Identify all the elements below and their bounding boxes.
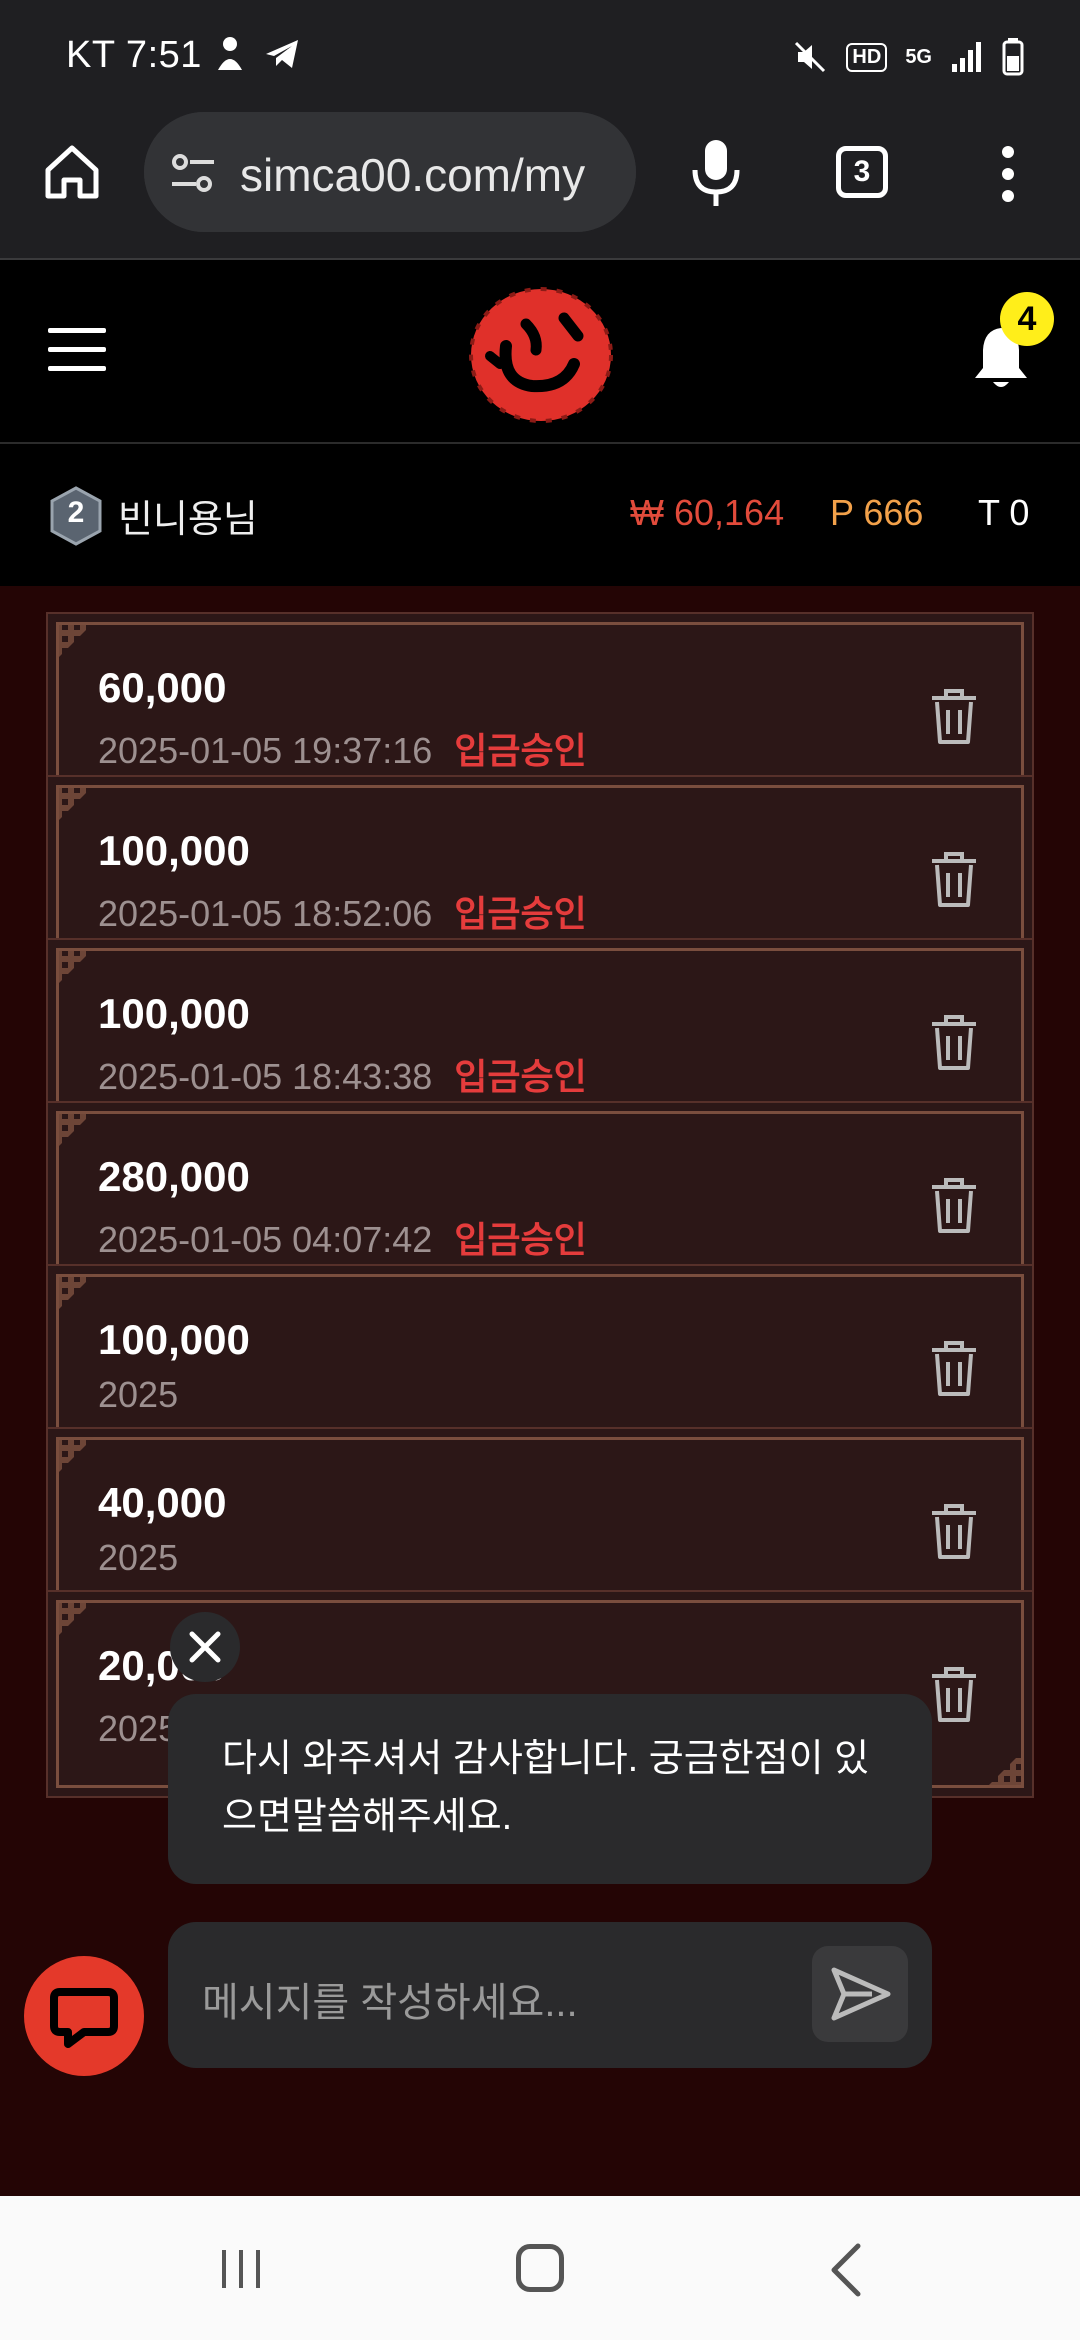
trash-icon[interactable]	[928, 1175, 980, 1235]
status-right-icons: HD 5G	[792, 38, 1024, 76]
chat-input-box[interactable]: 메시지를 작성하세요...	[168, 1922, 932, 2068]
deposit-datetime: 2025-01-05 18:52:06	[98, 893, 432, 934]
trash-icon[interactable]	[928, 849, 980, 909]
close-icon	[170, 1612, 240, 1682]
hd-voice-icon: HD	[846, 43, 887, 72]
mic-icon[interactable]	[690, 138, 742, 208]
chat-launcher-button[interactable]	[24, 1956, 144, 2076]
status-left-icons	[212, 34, 302, 74]
telegram-icon	[262, 34, 302, 74]
money-balance: ₩ 60,164	[630, 492, 784, 534]
level-number: 2	[48, 496, 104, 530]
deposit-amount: 100,000	[98, 990, 250, 1038]
trash-icon[interactable]	[928, 1012, 980, 1072]
back-icon[interactable]	[826, 2240, 866, 2300]
level-badge: 2	[48, 486, 104, 546]
notification-badge: 4	[1000, 292, 1054, 346]
deposit-datetime: 2025-01-05 19:37:16	[98, 730, 432, 771]
chat-input-placeholder[interactable]: 메시지를 작성하세요...	[202, 1970, 578, 2028]
deposit-amount: 60,000	[98, 664, 226, 712]
points-balance: P 666	[830, 492, 923, 534]
deposit-status: 입금승인	[454, 893, 586, 934]
deposit-datetime: 2025	[98, 1374, 178, 1415]
status-time: KT 7:51	[66, 34, 202, 77]
deposit-meta: 2025-01-05 19:37:16 입금승인	[98, 722, 587, 774]
deposit-datetime: 2025-01-05 04:07:42	[98, 1219, 432, 1260]
tab-switcher-button[interactable]: 3	[836, 146, 888, 198]
deposit-amount: 40,000	[98, 1479, 226, 1527]
deposit-datetime: 2025	[98, 1537, 178, 1578]
deposit-meta: 2025-01-05 18:52:06 입금승인	[98, 885, 587, 937]
site-info-icon[interactable]	[170, 150, 216, 196]
trash-icon[interactable]	[928, 686, 980, 746]
system-nav-bar	[0, 2196, 1080, 2340]
deposit-status: 입금승인	[454, 1056, 586, 1097]
trash-icon[interactable]	[928, 1501, 980, 1561]
site-header: 4	[0, 260, 1080, 444]
trash-icon[interactable]	[928, 1664, 980, 1724]
mute-icon	[792, 39, 828, 75]
send-button[interactable]	[812, 1946, 908, 2042]
deposit-meta: 2025	[98, 1537, 200, 1579]
trash-icon[interactable]	[928, 1338, 980, 1398]
deposit-datetime: 2025-01-05 18:43:38	[98, 1056, 432, 1097]
address-bar[interactable]: simca00.com/my	[144, 112, 636, 232]
signal-icon	[950, 40, 984, 74]
chat-message-bubble: 다시 와주셔서 감사합니다. 궁금한점이 있으면말씀해주세요.	[168, 1694, 932, 1884]
chat-icon	[24, 1956, 144, 2076]
deposit-meta: 2025-01-05 04:07:42 입금승인	[98, 1211, 587, 1263]
recent-apps-icon[interactable]	[216, 2244, 266, 2294]
deposit-status: 입금승인	[454, 1219, 586, 1260]
username: 빈니용님	[118, 488, 258, 543]
site-logo[interactable]	[466, 284, 616, 426]
deposit-amount: 100,000	[98, 827, 250, 875]
notification-app-icon	[212, 34, 248, 74]
more-menu-icon[interactable]	[996, 144, 1020, 204]
tickets-balance: T 0	[978, 492, 1029, 534]
send-icon	[812, 1946, 908, 2042]
deposit-meta: 2025-01-05 18:43:38 입금승인	[98, 1048, 587, 1100]
url-text: simca00.com/my	[240, 148, 620, 202]
hamburger-menu-icon[interactable]	[48, 328, 106, 372]
chat-message-text: 다시 와주셔서 감사합니다. 궁금한점이 있으면말씀해주세요.	[222, 1730, 902, 1846]
chat-close-button[interactable]	[170, 1612, 240, 1682]
deposit-meta: 2025	[98, 1374, 200, 1416]
deposit-amount: 280,000	[98, 1153, 250, 1201]
status-bar: KT 7:51 HD 5G	[0, 0, 1080, 110]
network-5g-icon: 5G	[905, 48, 932, 66]
deposit-status: 입금승인	[454, 730, 586, 771]
user-info-bar: 2 빈니용님 ₩ 60,164 P 666 T 0	[0, 444, 1080, 586]
deposit-amount: 100,000	[98, 1316, 250, 1364]
nav-home-icon[interactable]	[516, 2244, 564, 2292]
battery-icon	[1002, 38, 1024, 76]
home-icon[interactable]	[40, 140, 104, 204]
